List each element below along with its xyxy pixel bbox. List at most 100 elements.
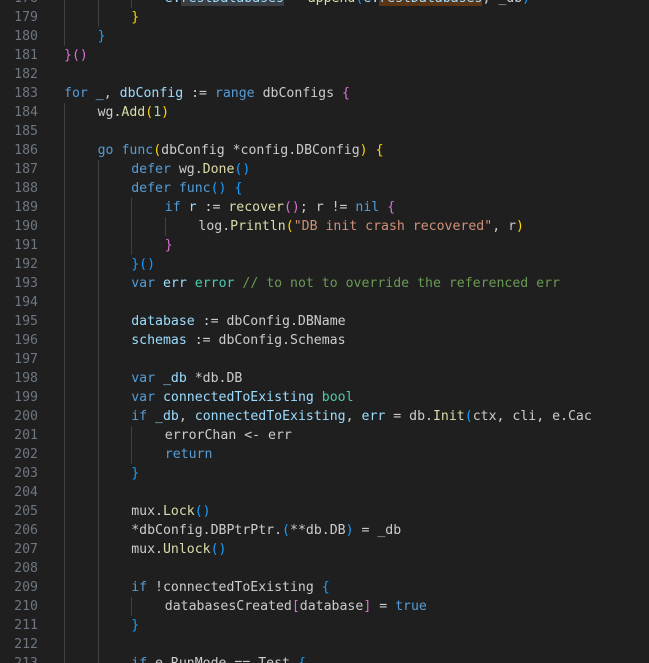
code-token: }	[131, 257, 140, 272]
code-token: =	[284, 0, 308, 6]
code-token: ,	[103, 86, 120, 101]
code-editor[interactable]: 178e.restDatabases = append(e.restDataba…	[0, 0, 649, 663]
line-number: 190	[14, 219, 38, 234]
code-line[interactable]: 188 defer func() {	[0, 179, 649, 198]
line-number: 188	[14, 181, 38, 196]
code-line[interactable]: 187 defer wg.Done()	[0, 160, 649, 179]
indent-guide	[98, 616, 99, 635]
line-number: 199	[14, 390, 38, 405]
code-line[interactable]: 212	[0, 635, 649, 654]
code-line[interactable]: 182	[0, 65, 649, 84]
code-line[interactable]: 196 schemas := dbConfig.Schemas	[0, 331, 649, 350]
code-line[interactable]: 190 log.Println("DB init crash recovered"…	[0, 217, 649, 236]
code-token: ()	[283, 200, 300, 215]
code-token: ()	[234, 162, 251, 177]
code-line[interactable]: 184 wg.Add(1)	[0, 103, 649, 122]
code-token: e.	[363, 0, 379, 6]
code-line[interactable]: 203}	[0, 464, 649, 483]
line-number: 194	[14, 295, 38, 310]
indent-guide	[64, 236, 65, 255]
code-line[interactable]: 209 if !connectedToExisting {	[0, 578, 649, 597]
line-number: 211	[14, 618, 38, 633]
code-token: ,	[345, 409, 362, 424]
code-token: log.	[198, 219, 231, 234]
code-line[interactable]: 186 go func(dbConfig *config.DBConfig) {	[0, 141, 649, 160]
code-token: append	[308, 0, 356, 6]
line-number: 179	[14, 10, 38, 25]
code-line[interactable]: 197	[0, 350, 649, 369]
code-line[interactable]: 199 var connectedToExisting bool	[0, 388, 649, 407]
indent-guide	[98, 502, 99, 521]
code-token: schemas	[131, 333, 187, 348]
code-token: )	[359, 143, 368, 158]
code-token: = db.	[385, 409, 433, 424]
code-token: ()	[139, 257, 156, 272]
indent-guide	[98, 255, 99, 274]
code-token: if	[131, 656, 147, 663]
code-token: defer	[131, 162, 171, 177]
code-line[interactable]: 179}	[0, 8, 649, 27]
line-number: 189	[14, 200, 38, 215]
code-line[interactable]: 200 if _db, connectedToExisting, err = db…	[0, 407, 649, 426]
indent-guide	[64, 559, 65, 578]
code-line[interactable]: 202 return	[0, 445, 649, 464]
code-line[interactable]: 208	[0, 559, 649, 578]
code-token: , r	[492, 219, 517, 234]
code-line[interactable]: 193 var err error // to not to override t…	[0, 274, 649, 293]
code-line[interactable]: 183 for _, dbConfig := range dbConfigs {	[0, 84, 649, 103]
code-token: ()	[210, 542, 227, 557]
code-token: )	[345, 523, 354, 538]
code-line[interactable]: 195 database := dbConfig.DBName	[0, 312, 649, 331]
code-token: databasesCreated	[164, 599, 292, 614]
code-text: var connectedToExisting bool	[131, 388, 353, 407]
code-line[interactable]: 205 mux.Lock()	[0, 502, 649, 521]
line-number: 207	[14, 542, 38, 557]
code-token: Unlock	[162, 542, 211, 557]
code-line[interactable]: 213 if e.RunMode == Test {	[0, 654, 649, 663]
indent-guide	[64, 635, 65, 654]
code-token: := dbConfig.DBName	[194, 314, 346, 329]
code-line[interactable]: 207 mux.Unlock()	[0, 540, 649, 559]
code-line[interactable]: 180}	[0, 27, 649, 46]
indent-guide	[98, 217, 99, 236]
indent-guide	[98, 597, 99, 616]
code-token: errorChan <- err	[164, 428, 292, 443]
code-token: // to not to override the referenced err	[234, 276, 560, 291]
code-line[interactable]: 206 *dbConfig.DBPtrPtr.(**db.DB) = _db	[0, 521, 649, 540]
code-line[interactable]: 178 e.restDatabases = append(e.restDataba…	[0, 0, 649, 8]
code-line[interactable]: 191}	[0, 236, 649, 255]
indent-guide	[98, 0, 99, 8]
code-token: _	[95, 86, 104, 101]
indent-guide	[64, 388, 65, 407]
code-lines: 178e.restDatabases = append(e.restDataba…	[0, 0, 649, 663]
code-text: wg.Add(1)	[98, 103, 170, 122]
indent-guide	[64, 464, 65, 483]
line-number: 186	[14, 143, 38, 158]
code-line[interactable]: 194	[0, 293, 649, 312]
code-line[interactable]: 201 errorChan <- err	[0, 426, 649, 445]
code-line[interactable]: 211}	[0, 616, 649, 635]
code-line[interactable]: 189 if r := recover(); r != nil {	[0, 198, 649, 217]
code-line[interactable]: 181}()	[0, 46, 649, 65]
code-token: )	[522, 0, 530, 6]
code-text: if !connectedToExisting {	[131, 578, 330, 597]
line-number: 212	[14, 637, 38, 652]
indent-guide	[64, 293, 65, 312]
code-token: }	[164, 238, 173, 253]
code-token: (	[153, 143, 162, 158]
code-line[interactable]: 185	[0, 122, 649, 141]
code-line[interactable]: 204	[0, 483, 649, 502]
line-number: 185	[14, 124, 38, 139]
indent-guide	[131, 217, 132, 236]
code-line[interactable]: 198 var _db *db.DB	[0, 369, 649, 388]
code-token: var	[131, 276, 156, 291]
indent-guide	[131, 198, 132, 217]
code-line[interactable]: 192}()	[0, 255, 649, 274]
line-number: 187	[14, 162, 38, 177]
code-line[interactable]: 210 databasesCreated[database] = true	[0, 597, 649, 616]
